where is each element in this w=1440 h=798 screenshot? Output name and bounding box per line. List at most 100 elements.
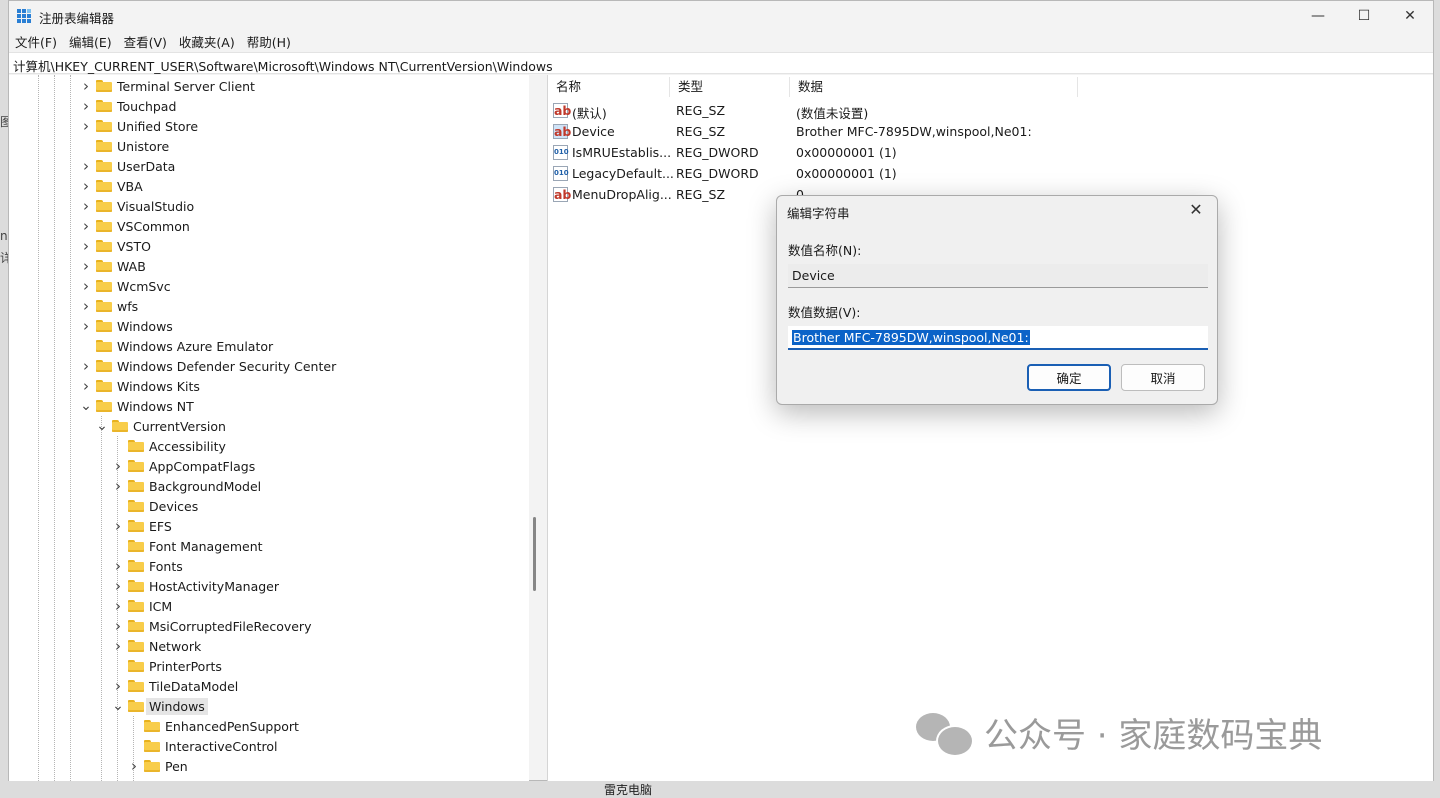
chevron-right-icon[interactable]: ›: [80, 256, 92, 276]
chevron-right-icon[interactable]: ›: [80, 276, 92, 296]
chevron-right-icon[interactable]: ›: [80, 156, 92, 176]
minimize-button[interactable]: —: [1295, 1, 1341, 31]
chevron-right-icon[interactable]: ›: [112, 596, 124, 616]
tree-node[interactable]: › Network: [112, 636, 201, 656]
tree-node[interactable]: InteractiveControl: [128, 736, 278, 756]
key-tree-pane[interactable]: › Terminal Server Client › Touchpad › Unified…: [9, 75, 529, 781]
maximize-button[interactable]: ☐: [1341, 1, 1387, 31]
tree-node[interactable]: › VSCommon: [80, 216, 190, 236]
tree-node[interactable]: › Touchpad: [80, 96, 176, 116]
folder-icon: [128, 500, 144, 512]
tree-node[interactable]: › VisualStudio: [80, 196, 194, 216]
chevron-down-icon[interactable]: ⌄: [80, 396, 92, 416]
chevron-down-icon[interactable]: ⌄: [112, 696, 124, 716]
tree-node[interactable]: › UserData: [80, 156, 175, 176]
edit-string-dialog: 编辑字符串 ✕ 数值名称(N): Device 数值数据(V): Brother…: [776, 195, 1218, 405]
tree-node[interactable]: › TileDataModel: [112, 676, 238, 696]
chevron-right-icon[interactable]: ›: [112, 616, 124, 636]
registry-app-icon: [17, 9, 31, 23]
tree-node[interactable]: › Pen: [128, 756, 188, 776]
chevron-right-icon[interactable]: ›: [80, 196, 92, 216]
chevron-right-icon[interactable]: ›: [80, 316, 92, 336]
chevron-right-icon[interactable]: ›: [112, 636, 124, 656]
tree-node[interactable]: › ICM: [112, 596, 172, 616]
tree-node[interactable]: › HostActivityManager: [112, 576, 279, 596]
column-header-data[interactable]: 数据: [790, 77, 1078, 97]
chevron-right-icon[interactable]: ›: [80, 216, 92, 236]
values-list-pane[interactable]: 名称 类型 数据 ab (默认) REG_SZ (数值未设置) ab Device REG_…: [547, 75, 1433, 781]
chevron-right-icon[interactable]: ›: [80, 356, 92, 376]
column-header-name[interactable]: 名称: [548, 77, 670, 97]
tree-node[interactable]: › Windows: [80, 316, 173, 336]
tree-node[interactable]: › WAB: [80, 256, 146, 276]
close-button[interactable]: ✕: [1387, 1, 1433, 31]
chevron-right-icon[interactable]: ›: [80, 76, 92, 96]
chevron-right-icon[interactable]: ›: [112, 456, 124, 476]
tree-node[interactable]: Devices: [112, 496, 198, 516]
value-row[interactable]: ab Device REG_SZ Brother MFC-7895DW,winspoo…: [548, 121, 1433, 142]
tree-node-label: BackgroundModel: [149, 478, 262, 494]
folder-icon: [128, 700, 144, 712]
tree-node[interactable]: › VBA: [80, 176, 143, 196]
chevron-right-icon[interactable]: ›: [112, 676, 124, 696]
tree-node[interactable]: › Windows Kits: [80, 376, 200, 396]
value-name-field[interactable]: Device: [788, 264, 1208, 288]
tree-node[interactable]: Font Management: [112, 536, 263, 556]
tree-node[interactable]: ⌄ Windows NT: [80, 396, 194, 416]
tree-scrollbar-thumb[interactable]: [533, 517, 536, 591]
tree-node-label: Fonts: [149, 558, 183, 574]
tree-node-label: EFS: [149, 518, 172, 534]
menu-view[interactable]: 查看(V): [118, 32, 173, 51]
chevron-right-icon[interactable]: ›: [80, 296, 92, 316]
chevron-right-icon[interactable]: ›: [80, 376, 92, 396]
tree-node-label: UserData: [117, 158, 176, 174]
tree-node[interactable]: › Unified Store: [80, 116, 198, 136]
tree-node[interactable]: Unistore: [80, 136, 169, 156]
chevron-right-icon[interactable]: ›: [112, 576, 124, 596]
chevron-right-icon[interactable]: ›: [80, 96, 92, 116]
tree-node[interactable]: › Windows Defender Security Center: [80, 356, 336, 376]
column-header-type[interactable]: 类型: [670, 77, 790, 97]
tree-node[interactable]: ⌄ Windows: [112, 696, 208, 716]
menu-file[interactable]: 文件(F): [9, 32, 63, 51]
tree-node[interactable]: › EFS: [112, 516, 172, 536]
menu-favorites[interactable]: 收藏夹(A): [173, 32, 241, 51]
chevron-down-icon[interactable]: ⌄: [96, 416, 108, 436]
folder-icon: [96, 180, 112, 192]
menu-help[interactable]: 帮助(H): [241, 32, 297, 51]
tree-node[interactable]: PrinterPorts: [112, 656, 222, 676]
menu-edit[interactable]: 编辑(E): [63, 32, 118, 51]
chevron-right-icon[interactable]: ›: [128, 756, 140, 776]
value-row[interactable]: 010 IsMRUEstablis... REG_DWORD 0x00000001 (…: [548, 142, 1433, 163]
tree-node[interactable]: › WcmSvc: [80, 276, 171, 296]
tree-node[interactable]: Windows Azure Emulator: [80, 336, 273, 356]
tree-node[interactable]: › wfs: [80, 296, 138, 316]
cancel-button[interactable]: 取消: [1121, 364, 1205, 391]
chevron-right-icon[interactable]: ›: [80, 116, 92, 136]
tree-node[interactable]: › BackgroundModel: [112, 476, 261, 496]
value-row[interactable]: ab (默认) REG_SZ (数值未设置): [548, 100, 1433, 121]
chevron-right-icon[interactable]: ›: [112, 516, 124, 536]
tree-node-label: ICM: [149, 598, 173, 614]
folder-icon: [128, 440, 144, 452]
dialog-close-icon[interactable]: ✕: [1185, 200, 1207, 219]
tree-node[interactable]: EnhancedPenSupport: [128, 716, 299, 736]
tree-node[interactable]: Accessibility: [112, 436, 226, 456]
tree-node[interactable]: › AppCompatFlags: [112, 456, 255, 476]
chevron-right-icon[interactable]: ›: [112, 556, 124, 576]
tree-node[interactable]: ⌄ CurrentVersion: [96, 416, 226, 436]
value-data-input[interactable]: Brother MFC-7895DW,winspool,Ne01:: [788, 326, 1208, 350]
chevron-right-icon[interactable]: ›: [112, 476, 124, 496]
chevron-right-icon[interactable]: ›: [80, 176, 92, 196]
tree-node-label: CurrentVersion: [133, 418, 226, 434]
tree-node[interactable]: › VSTO: [80, 236, 151, 256]
value-row[interactable]: 010 LegacyDefault... REG_DWORD 0x00000001 (…: [548, 163, 1433, 184]
title-bar[interactable]: 注册表编辑器 — ☐ ✕: [9, 1, 1433, 31]
tree-node[interactable]: › Terminal Server Client: [80, 76, 255, 96]
chevron-right-icon[interactable]: ›: [80, 236, 92, 256]
tree-node[interactable]: › Fonts: [112, 556, 183, 576]
ok-button[interactable]: 确定: [1027, 364, 1111, 391]
tree-node[interactable]: › MsiCorruptedFileRecovery: [112, 616, 311, 636]
address-bar[interactable]: 计算机\HKEY_CURRENT_USER\Software\Microsoft…: [9, 52, 1433, 74]
